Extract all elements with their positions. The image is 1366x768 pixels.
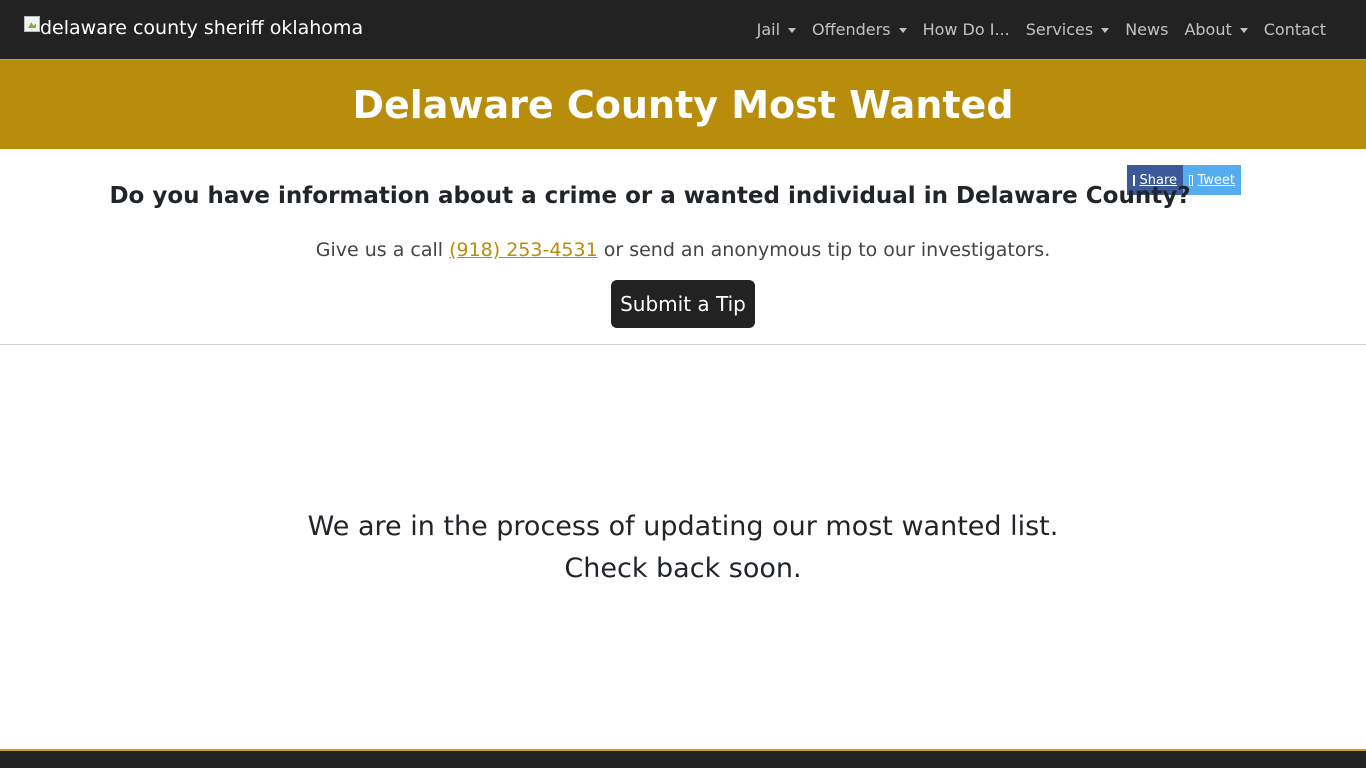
section-divider	[0, 344, 1366, 345]
nav-item-about[interactable]: About	[1184, 18, 1248, 42]
broken-image-icon	[24, 16, 40, 32]
status-message: We are in the process of updating our mo…	[0, 506, 1366, 590]
call-suffix-text: or send an anonymous tip to our investig…	[597, 239, 1051, 261]
page-footer	[0, 749, 1366, 768]
phone-link[interactable]: (918) 253-4531	[449, 239, 598, 261]
status-line-2: Check back soon.	[564, 553, 802, 584]
call-instructions: Give us a call (918) 253-4531 or send an…	[0, 236, 1366, 264]
status-line-1: We are in the process of updating our mo…	[307, 511, 1059, 542]
nav-label: About	[1184, 20, 1232, 39]
nav-label: News	[1125, 20, 1169, 39]
top-navbar: delaware county sheriff oklahoma Jail Of…	[0, 0, 1366, 60]
main-nav: Jail Offenders How Do I... Services News…	[757, 18, 1326, 42]
caret-down-icon	[1239, 27, 1248, 33]
site-logo-link[interactable]: delaware county sheriff oklahoma	[24, 16, 363, 40]
site-logo-alt-text: delaware county sheriff oklahoma	[40, 17, 364, 39]
nav-label: Services	[1025, 20, 1094, 39]
nav-label: How Do I...	[922, 20, 1010, 39]
page-title: Delaware County Most Wanted	[352, 82, 1014, 127]
nav-item-news[interactable]: News	[1125, 18, 1168, 42]
call-prefix-text: Give us a call	[315, 239, 450, 261]
nav-item-services[interactable]: Services	[1025, 18, 1110, 42]
nav-label: Jail	[756, 20, 781, 39]
page-header-banner: Delaware County Most Wanted	[0, 60, 1366, 149]
nav-label: Offenders	[812, 20, 891, 39]
caret-down-icon	[788, 27, 797, 33]
nav-item-jail[interactable]: Jail	[756, 18, 797, 42]
nav-item-how-do-i[interactable]: How Do I...	[923, 18, 1010, 42]
nav-label: Contact	[1263, 20, 1326, 39]
submit-tip-button[interactable]: Submit a Tip	[611, 280, 755, 328]
caret-down-icon	[898, 27, 907, 33]
nav-item-contact[interactable]: Contact	[1264, 18, 1326, 42]
nav-item-offenders[interactable]: Offenders	[812, 18, 907, 42]
caret-down-icon	[1101, 27, 1110, 33]
tip-question-heading: Do you have information about a crime or…	[109, 183, 1191, 209]
